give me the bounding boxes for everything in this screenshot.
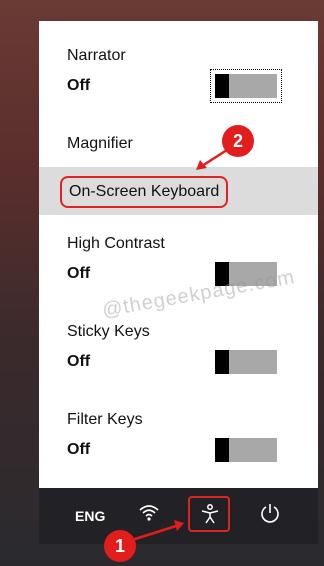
annotation-arrows [131, 146, 231, 542]
step-2-badge: 2 [222, 125, 254, 157]
step-1-badge: 1 [104, 530, 136, 562]
